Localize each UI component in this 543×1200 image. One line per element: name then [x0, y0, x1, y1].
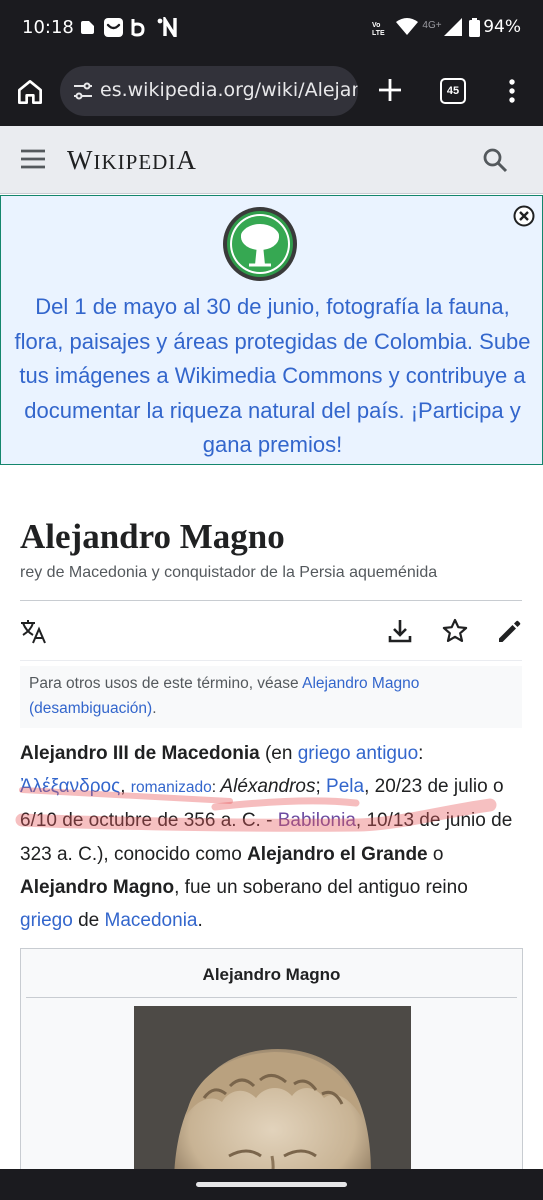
link-pela[interactable]: Pela	[326, 776, 364, 797]
network-type-label: 4G+	[422, 19, 442, 31]
system-navigation-bar	[0, 1169, 543, 1200]
address-bar[interactable]: es.wikipedia.org/wiki/Alejandro_Magno	[60, 66, 358, 116]
tab-switcher-button[interactable]: 45	[440, 78, 466, 104]
search-icon[interactable]	[482, 147, 508, 173]
divider	[20, 660, 522, 661]
link-greek-name[interactable]: Ἀλέξανδρος	[20, 776, 120, 797]
infobox: Alejandro Magno	[20, 948, 523, 1188]
status-bar: 10:18 Vo LTE 4G+ 94%	[0, 0, 543, 56]
page-subtitle: rey de Macedonia y conquistador de la Pe…	[20, 564, 438, 581]
n-icon	[156, 16, 180, 38]
campaign-banner[interactable]: Del 1 de mayo al 30 de junio, fotografía…	[0, 195, 543, 465]
square-icon	[80, 16, 94, 38]
battery-icon	[468, 16, 480, 38]
status-time: 10:18	[22, 17, 74, 38]
link-griego[interactable]: griego	[20, 910, 73, 931]
link-macedonia[interactable]: Macedonia	[105, 910, 198, 931]
new-tab-icon[interactable]	[374, 74, 406, 106]
divider	[26, 997, 517, 998]
wiki-header: WIKIPEDIA	[0, 126, 543, 194]
hatnote: Para otros usos de este término, véase A…	[20, 666, 522, 728]
link-griego-antiguo[interactable]: griego antiguo	[298, 743, 418, 764]
bust-image[interactable]	[134, 1006, 411, 1187]
banner-text[interactable]: Del 1 de mayo al 30 de junio, fotografía…	[9, 290, 536, 463]
battery-percentage: 94%	[483, 17, 521, 37]
divider	[20, 600, 522, 601]
volte-icon: Vo LTE	[372, 22, 385, 37]
infobox-caption: Alejandro Magno	[202, 965, 341, 984]
page-title: Alejandro Magno	[20, 517, 285, 556]
menu-icon[interactable]	[20, 148, 46, 170]
b-icon	[130, 16, 146, 38]
wikipedia-wordmark[interactable]: WIKIPEDIA	[67, 145, 197, 176]
browser-toolbar: es.wikipedia.org/wiki/Alejandro_Magno 45	[0, 56, 543, 126]
language-icon[interactable]	[19, 617, 47, 645]
star-icon[interactable]	[441, 617, 469, 645]
close-icon[interactable]	[513, 205, 535, 227]
more-options-icon[interactable]	[500, 76, 524, 106]
site-settings-icon[interactable]	[72, 80, 94, 102]
signal-icon	[444, 16, 462, 38]
wifi-icon	[396, 16, 418, 38]
tree-logo-icon	[221, 205, 299, 283]
lead-paragraph: Alejandro III de Macedonia (en griego an…	[20, 743, 513, 932]
edit-icon[interactable]	[496, 617, 524, 645]
link-babilonia[interactable]: Babilonia	[278, 810, 356, 831]
home-icon[interactable]	[14, 76, 46, 108]
url-text: es.wikipedia.org/wiki/Alejandro_Magno	[100, 79, 358, 101]
download-icon[interactable]	[386, 617, 414, 645]
home-gesture-handle[interactable]	[196, 1182, 347, 1187]
link-romanizado[interactable]: romanizado	[131, 779, 212, 796]
inbox-icon	[103, 16, 123, 38]
